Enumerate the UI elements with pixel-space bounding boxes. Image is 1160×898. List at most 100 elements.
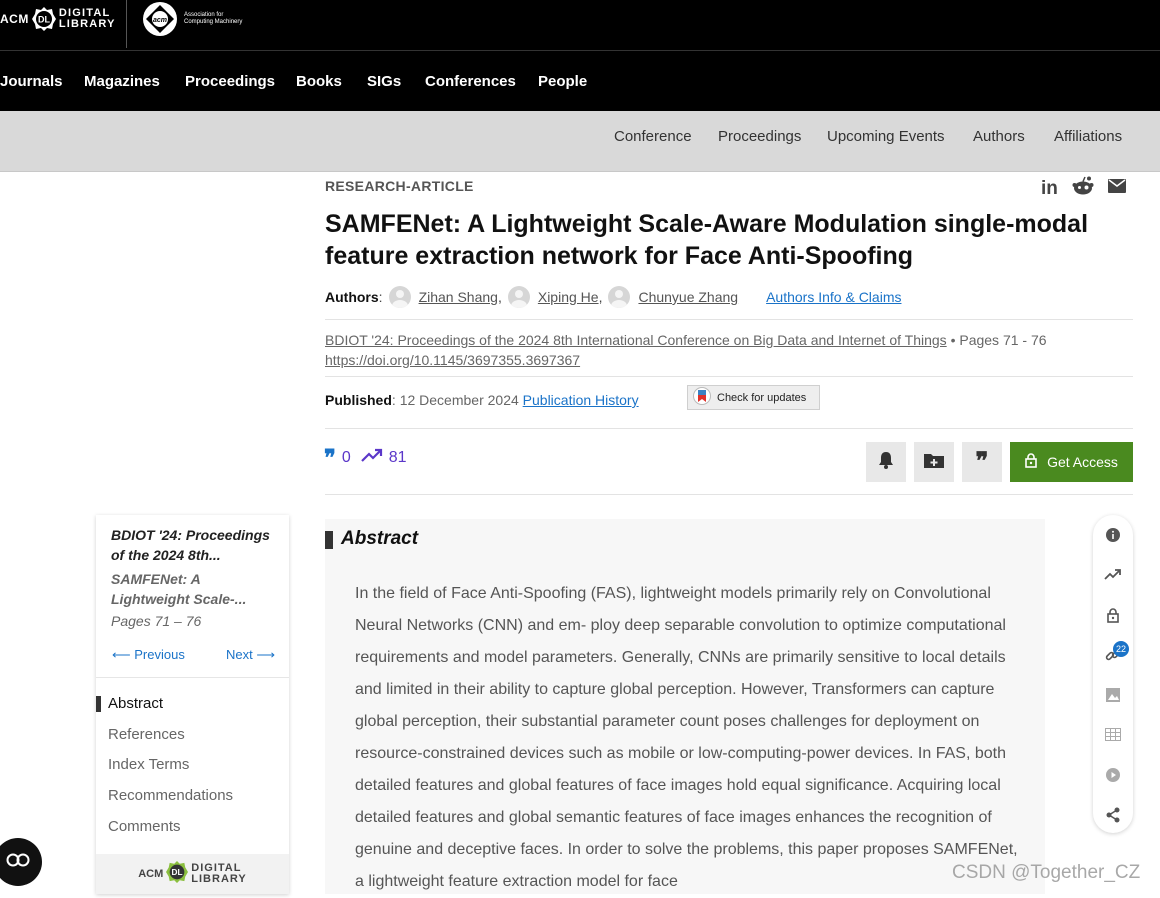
venue-info: BDIOT '24: Proceedings of the 2024 8th I… <box>325 332 1047 368</box>
published-label: Published <box>325 392 392 408</box>
sidebar-proceedings-title[interactable]: BDIOT '24: Proceedings of the 2024 8th..… <box>111 525 281 565</box>
next-article-link[interactable]: Next ⟶ <box>226 647 275 663</box>
authors-row: Authors: Zihan Shang, Xiping He, Chunyue… <box>325 286 901 308</box>
subnav-proceedings[interactable]: Proceedings <box>718 128 801 145</box>
assoc-line1: Association for <box>184 12 224 18</box>
svg-text:acm: acm <box>153 17 167 24</box>
acm-association-logo[interactable]: acm Association for Computing Machinery <box>143 2 242 36</box>
get-access-label: Get Access <box>1047 454 1118 470</box>
toc-recommendations[interactable]: Recommendations <box>108 787 233 804</box>
crossmark-icon <box>693 387 711 408</box>
sidebar-logo-dl: DL <box>172 868 183 877</box>
nav-books[interactable]: Books <box>296 73 342 90</box>
abstract-section: Abstract In the field of Face Anti-Spoof… <box>325 519 1045 894</box>
acm-dl-logo[interactable]: ACM DL DIGITAL LIBRARY <box>0 5 116 33</box>
nav-conferences[interactable]: Conferences <box>425 73 516 90</box>
logo-dl-text: DL <box>38 15 50 25</box>
conference-subnav: Conference Proceedings Upcoming Events A… <box>0 111 1160 172</box>
folder-plus-icon <box>924 452 944 473</box>
toc-active-indicator <box>96 696 101 712</box>
author-avatar <box>608 286 631 308</box>
cookie-icon <box>5 853 31 872</box>
previous-article-link[interactable]: ⟵ Previous <box>112 647 185 663</box>
divider <box>325 319 1133 320</box>
info-icon[interactable] <box>1103 525 1123 545</box>
cite-button[interactable]: ❞ <box>962 442 1002 482</box>
abstract-heading: Abstract <box>341 528 419 549</box>
reddit-icon[interactable] <box>1072 176 1094 201</box>
lock-icon[interactable] <box>1103 605 1123 625</box>
image-icon[interactable] <box>1103 685 1123 705</box>
toc-abstract[interactable]: Abstract <box>108 695 163 712</box>
divider <box>325 376 1133 377</box>
check-updates-label: Check for updates <box>717 391 807 404</box>
next-label: Next <box>226 647 253 662</box>
nav-sigs[interactable]: SIGs <box>367 73 401 90</box>
nav-people[interactable]: People <box>538 73 587 90</box>
author-avatar <box>388 286 411 308</box>
link-count-badge: 22 <box>1113 641 1129 657</box>
play-icon[interactable] <box>1103 765 1123 785</box>
divider <box>325 494 1133 495</box>
quote-icon: ❞ <box>324 444 336 470</box>
nav-journals[interactable]: Journals <box>0 73 63 90</box>
authors-label: Authors <box>325 289 379 305</box>
table-icon[interactable] <box>1103 724 1123 744</box>
get-access-button[interactable]: Get Access <box>1010 442 1133 482</box>
top-header: ACM DL DIGITAL LIBRARY acm Association f… <box>0 0 1160 50</box>
subnav-upcoming-events[interactable]: Upcoming Events <box>827 128 945 145</box>
previous-label: Previous <box>134 647 185 662</box>
acm-circle-icon: acm <box>143 2 177 36</box>
subnav-affiliations[interactable]: Affiliations <box>1054 128 1122 145</box>
publication-history-link[interactable]: Publication History <box>523 392 639 408</box>
main-nav: Journals Magazines Proceedings Books SIG… <box>0 50 1160 112</box>
subnav-conference[interactable]: Conference <box>614 128 692 145</box>
dl-badge-icon: DL <box>166 860 189 888</box>
doi-link[interactable]: https://doi.org/10.1145/3697355.3697367 <box>325 352 580 368</box>
published-info: Published: 12 December 2024 Publication … <box>325 392 639 408</box>
lock-icon <box>1025 453 1037 471</box>
assoc-line2: Computing Machinery <box>184 19 243 25</box>
nav-magazines[interactable]: Magazines <box>84 73 160 90</box>
sidebar-article-title: SAMFENet: A Lightweight Scale-... <box>111 571 247 607</box>
authors-info-claims-link[interactable]: Authors Info & Claims <box>766 289 901 305</box>
divider <box>325 428 1133 429</box>
metrics-trend-icon[interactable] <box>1103 564 1123 584</box>
article-type-label: RESEARCH-ARTICLE <box>325 178 474 194</box>
add-to-binder-button[interactable] <box>914 442 954 482</box>
cookie-preferences-button[interactable] <box>0 838 42 886</box>
citation-count[interactable]: 0 <box>342 449 351 467</box>
share-icons: in <box>1041 176 1126 201</box>
toc-references[interactable]: References <box>108 726 185 743</box>
author-avatar <box>507 286 530 308</box>
watermark: CSDN @Together_CZ <box>952 862 1141 883</box>
sidebar-divider <box>96 677 289 678</box>
download-count[interactable]: 81 <box>389 449 407 467</box>
author-link-xiping-he[interactable]: Xiping He <box>538 289 599 305</box>
toc-comments[interactable]: Comments <box>108 818 181 835</box>
dl-badge-icon: DL <box>31 7 56 31</box>
article-metrics: ❞ 0 81 <box>324 444 417 470</box>
pages-range: Pages 71 - 76 <box>959 332 1047 348</box>
nav-proceedings[interactable]: Proceedings <box>185 73 275 90</box>
venue-link[interactable]: BDIOT '24: Proceedings of the 2024 8th I… <box>325 332 947 348</box>
quote-icon: ❞ <box>975 448 989 475</box>
abstract-text: In the field of Face Anti-Spoofing (FAS)… <box>355 585 1018 890</box>
share-icon[interactable] <box>1103 805 1123 825</box>
alert-button[interactable] <box>866 442 906 482</box>
arrow-right-icon: ⟶ <box>252 647 275 662</box>
check-for-updates-button[interactable]: Check for updates <box>687 385 820 410</box>
arrow-left-icon: ⟵ <box>112 647 135 662</box>
sidebar-pages: Pages 71 – 76 <box>111 613 202 629</box>
author-link-zihan-shang[interactable]: Zihan Shang <box>419 289 498 305</box>
sidebar-logo-acm: ACM <box>138 868 164 880</box>
article-title: SAMFENet: A Lightweight Scale-Aware Modu… <box>325 210 1089 270</box>
author-link-chunyue-zhang[interactable]: Chunyue Zhang <box>638 289 738 305</box>
linkedin-icon[interactable]: in <box>1041 178 1058 200</box>
email-icon[interactable] <box>1107 179 1126 198</box>
abstract-heading-bar <box>325 531 333 549</box>
toc-index-terms[interactable]: Index Terms <box>108 756 189 773</box>
sidebar-dl-logo: ACM DL DIGITAL LIBRARY <box>96 854 289 894</box>
subnav-authors[interactable]: Authors <box>973 128 1025 145</box>
bell-icon <box>878 451 894 474</box>
